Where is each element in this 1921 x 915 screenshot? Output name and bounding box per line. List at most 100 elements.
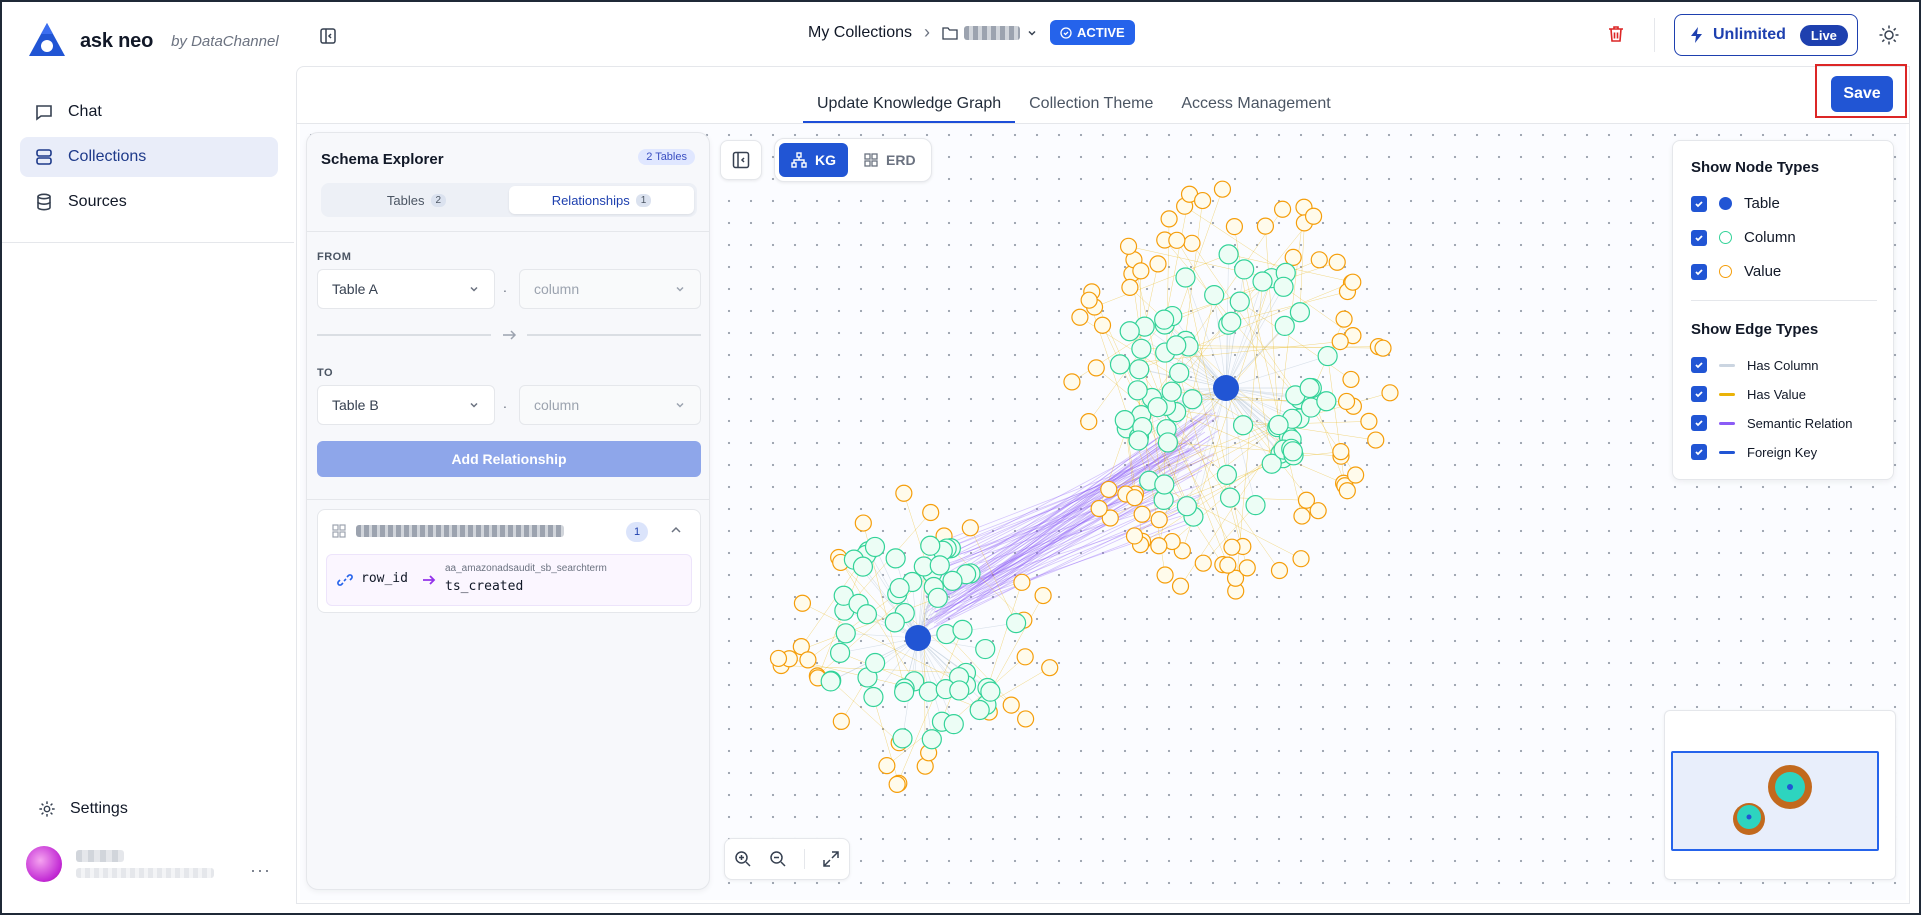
checkbox-checked-icon[interactable] <box>1691 195 1707 212</box>
sidebar-item-label: Sources <box>68 193 127 210</box>
node-types-title: Show Node Types <box>1691 159 1820 176</box>
tab-tables[interactable]: Tables 2 <box>324 186 509 214</box>
legend-edge-foreign-key[interactable]: Foreign Key <box>1691 444 1817 460</box>
fit-view-icon[interactable] <box>822 850 840 868</box>
sidebar-item-settings[interactable]: Settings <box>38 800 128 818</box>
trash-icon[interactable] <box>1606 24 1626 44</box>
relationship-card-header[interactable] <box>332 524 564 538</box>
folder-icon <box>942 26 958 40</box>
from-label: FROM <box>317 251 352 263</box>
chevron-down-icon <box>1028 30 1036 36</box>
collection-name-redacted <box>964 25 1021 40</box>
chevron-right-icon: › <box>924 22 931 42</box>
schema-divider <box>307 499 709 500</box>
tab-access-management[interactable]: Access Management <box>1167 95 1344 123</box>
sidebar-nav: Chat Collections Sources <box>20 92 278 227</box>
chevron-up-icon[interactable] <box>668 522 684 538</box>
relationship-count-badge: 1 <box>626 522 648 542</box>
view-erd-button[interactable]: ERD <box>852 143 928 177</box>
column-separator: . <box>503 279 507 295</box>
grid-icon <box>864 153 878 167</box>
legend-node-value[interactable]: Value <box>1691 263 1781 280</box>
legend-edge-has-column[interactable]: Has Column <box>1691 357 1819 373</box>
plan-button[interactable]: Unlimited Live <box>1674 14 1858 56</box>
legend-edge-has-value[interactable]: Has Value <box>1691 386 1806 402</box>
gear-icon <box>39 801 55 817</box>
relationship-row[interactable]: row_id aa_amazonadsaudit_sb_searchterm t… <box>326 554 692 606</box>
panel-toggle-button[interactable] <box>720 140 762 180</box>
tab-bar: Update Knowledge Graph Collection Theme … <box>803 67 1345 123</box>
relationship-card: 1 row_id aa_amazonadsaudit_sb_searchterm… <box>317 509 701 613</box>
breadcrumb-collection[interactable] <box>942 25 1038 40</box>
chevron-down-icon <box>470 402 478 408</box>
plan-label: Unlimited <box>1713 26 1786 43</box>
chevron-down-icon <box>470 286 478 292</box>
checkbox-checked-icon[interactable] <box>1691 415 1707 431</box>
view-kg-button[interactable]: KG <box>779 143 848 177</box>
plan-live-badge: Live <box>1799 24 1848 46</box>
edge-types-title: Show Edge Types <box>1691 321 1819 338</box>
legend-label: Value <box>1744 263 1782 280</box>
brand[interactable]: ask neo by DataChannel <box>26 20 279 62</box>
to-table-value: Table B <box>332 397 379 413</box>
tab-tables-label: Tables <box>386 192 425 208</box>
view-switch: KG ERD <box>774 138 932 182</box>
database-icon <box>37 193 51 211</box>
arrow-right-icon <box>317 330 701 340</box>
schema-explorer-title: Schema Explorer <box>321 151 444 168</box>
from-table-select[interactable]: Table A <box>317 269 495 309</box>
sidebar-item-label: Chat <box>68 103 102 120</box>
to-label: TO <box>317 367 334 379</box>
user-name-redacted <box>76 850 124 862</box>
checkbox-checked-icon[interactable] <box>1691 263 1707 280</box>
legend-edge-semantic-relation[interactable]: Semantic Relation <box>1691 415 1853 431</box>
ask-neo-logo-icon <box>29 23 65 56</box>
zoom-in-icon[interactable] <box>734 850 752 868</box>
column-separator: . <box>503 395 507 411</box>
breadcrumb: My Collections › ACTIVE <box>808 20 1135 45</box>
tab-collection-theme[interactable]: Collection Theme <box>1015 95 1167 123</box>
sidebar-item-chat[interactable]: Chat <box>20 92 278 132</box>
sidebar-item-label: Collections <box>68 148 147 165</box>
status-label: ACTIVE <box>1077 25 1125 40</box>
tab-update-knowledge-graph[interactable]: Update Knowledge Graph <box>803 95 1016 123</box>
app-name: ask neo <box>80 29 154 52</box>
add-relationship-button[interactable]: Add Relationship <box>317 441 701 477</box>
tab-tables-count: 2 <box>430 193 447 207</box>
network-icon <box>791 152 807 168</box>
from-column-select[interactable]: column <box>519 269 701 309</box>
has-value-edge-swatch <box>1719 392 1735 396</box>
legend-node-column[interactable]: Column <box>1691 229 1796 246</box>
to-column-select[interactable]: column <box>519 385 701 425</box>
more-options-icon[interactable]: ··· <box>250 860 271 881</box>
sidebar-item-sources[interactable]: Sources <box>20 182 278 222</box>
from-column-placeholder: column <box>534 281 580 297</box>
checkbox-checked-icon[interactable] <box>1691 444 1707 460</box>
schema-divider <box>307 231 709 232</box>
legend-node-table[interactable]: Table <box>1691 195 1780 212</box>
collections-icon <box>36 149 52 165</box>
checkbox-checked-icon[interactable] <box>1691 229 1707 246</box>
chevron-down-icon <box>676 286 684 292</box>
user-profile[interactable] <box>26 846 214 882</box>
legend-label: Foreign Key <box>1747 444 1818 460</box>
view-kg-label: KG <box>815 152 836 168</box>
to-table-select[interactable]: Table B <box>317 385 495 425</box>
sidebar-collapse-icon[interactable] <box>318 26 338 46</box>
sidebar-item-collections[interactable]: Collections <box>20 137 278 177</box>
save-button[interactable]: Save <box>1831 76 1893 112</box>
foreign-key-edge-swatch <box>1719 450 1735 454</box>
legend-label: Semantic Relation <box>1747 415 1853 431</box>
tab-relationships[interactable]: Relationships 1 <box>509 186 694 214</box>
zoom-divider <box>804 849 806 869</box>
schema-explorer: Schema Explorer 2 Tables Tables 2 Relati… <box>306 132 710 890</box>
minimap-graph <box>1733 765 1812 835</box>
relationship-target-column: ts_created <box>445 579 524 594</box>
checkbox-checked-icon[interactable] <box>1691 357 1707 373</box>
checkbox-checked-icon[interactable] <box>1691 386 1707 402</box>
sun-icon[interactable] <box>1878 24 1900 46</box>
minimap[interactable] <box>1664 710 1896 880</box>
zoom-out-icon[interactable] <box>769 850 787 868</box>
view-erd-label: ERD <box>886 152 916 168</box>
breadcrumb-my-collections[interactable]: My Collections <box>808 24 912 42</box>
